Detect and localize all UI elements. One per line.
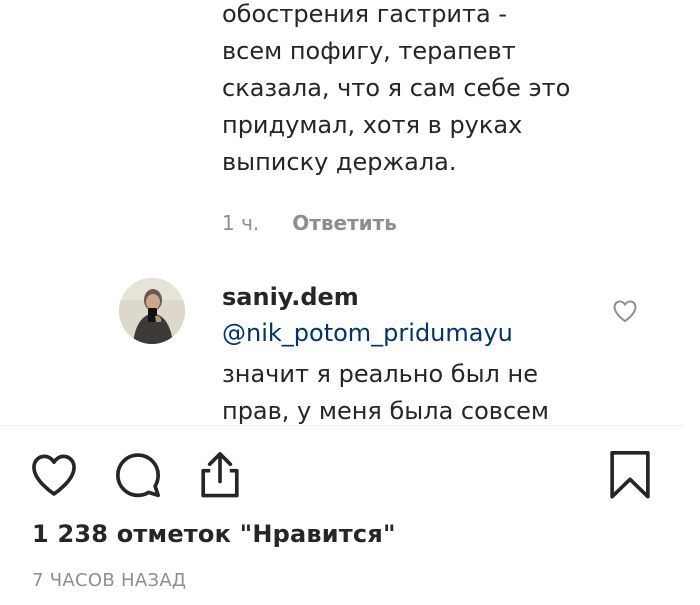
divider <box>0 425 684 426</box>
previous-comment-text: обострения гастрита - всем пофигу, терап… <box>222 0 571 176</box>
comment-time: 1 ч. <box>222 211 260 235</box>
bookmark-icon[interactable] <box>604 449 656 501</box>
comment-bubble-icon[interactable] <box>112 449 164 501</box>
post-timestamp[interactable]: 7 ЧАСОВ НАЗАД <box>32 570 186 591</box>
reply-button[interactable]: Ответить <box>292 211 397 235</box>
likes-count[interactable]: 1 238 отметок "Нравится" <box>32 520 396 548</box>
previous-comment-meta: 1 ч. Ответить <box>222 208 397 238</box>
comments-list[interactable]: обострения гастрита - всем пофигу, терап… <box>0 0 684 425</box>
share-upload-icon[interactable] <box>194 449 246 501</box>
avatar[interactable] <box>119 278 185 344</box>
comment-like-heart-icon[interactable] <box>611 297 639 325</box>
comment-text: значит я реально был не прав, у меня был… <box>222 360 550 425</box>
comment-author[interactable]: saniy.dem <box>222 283 359 311</box>
mention-link[interactable]: @nik_potom_pridumayu <box>222 319 513 347</box>
user-avatar-icon <box>119 278 185 344</box>
scrollbar[interactable] <box>690 0 700 425</box>
like-heart-icon[interactable] <box>28 449 80 501</box>
